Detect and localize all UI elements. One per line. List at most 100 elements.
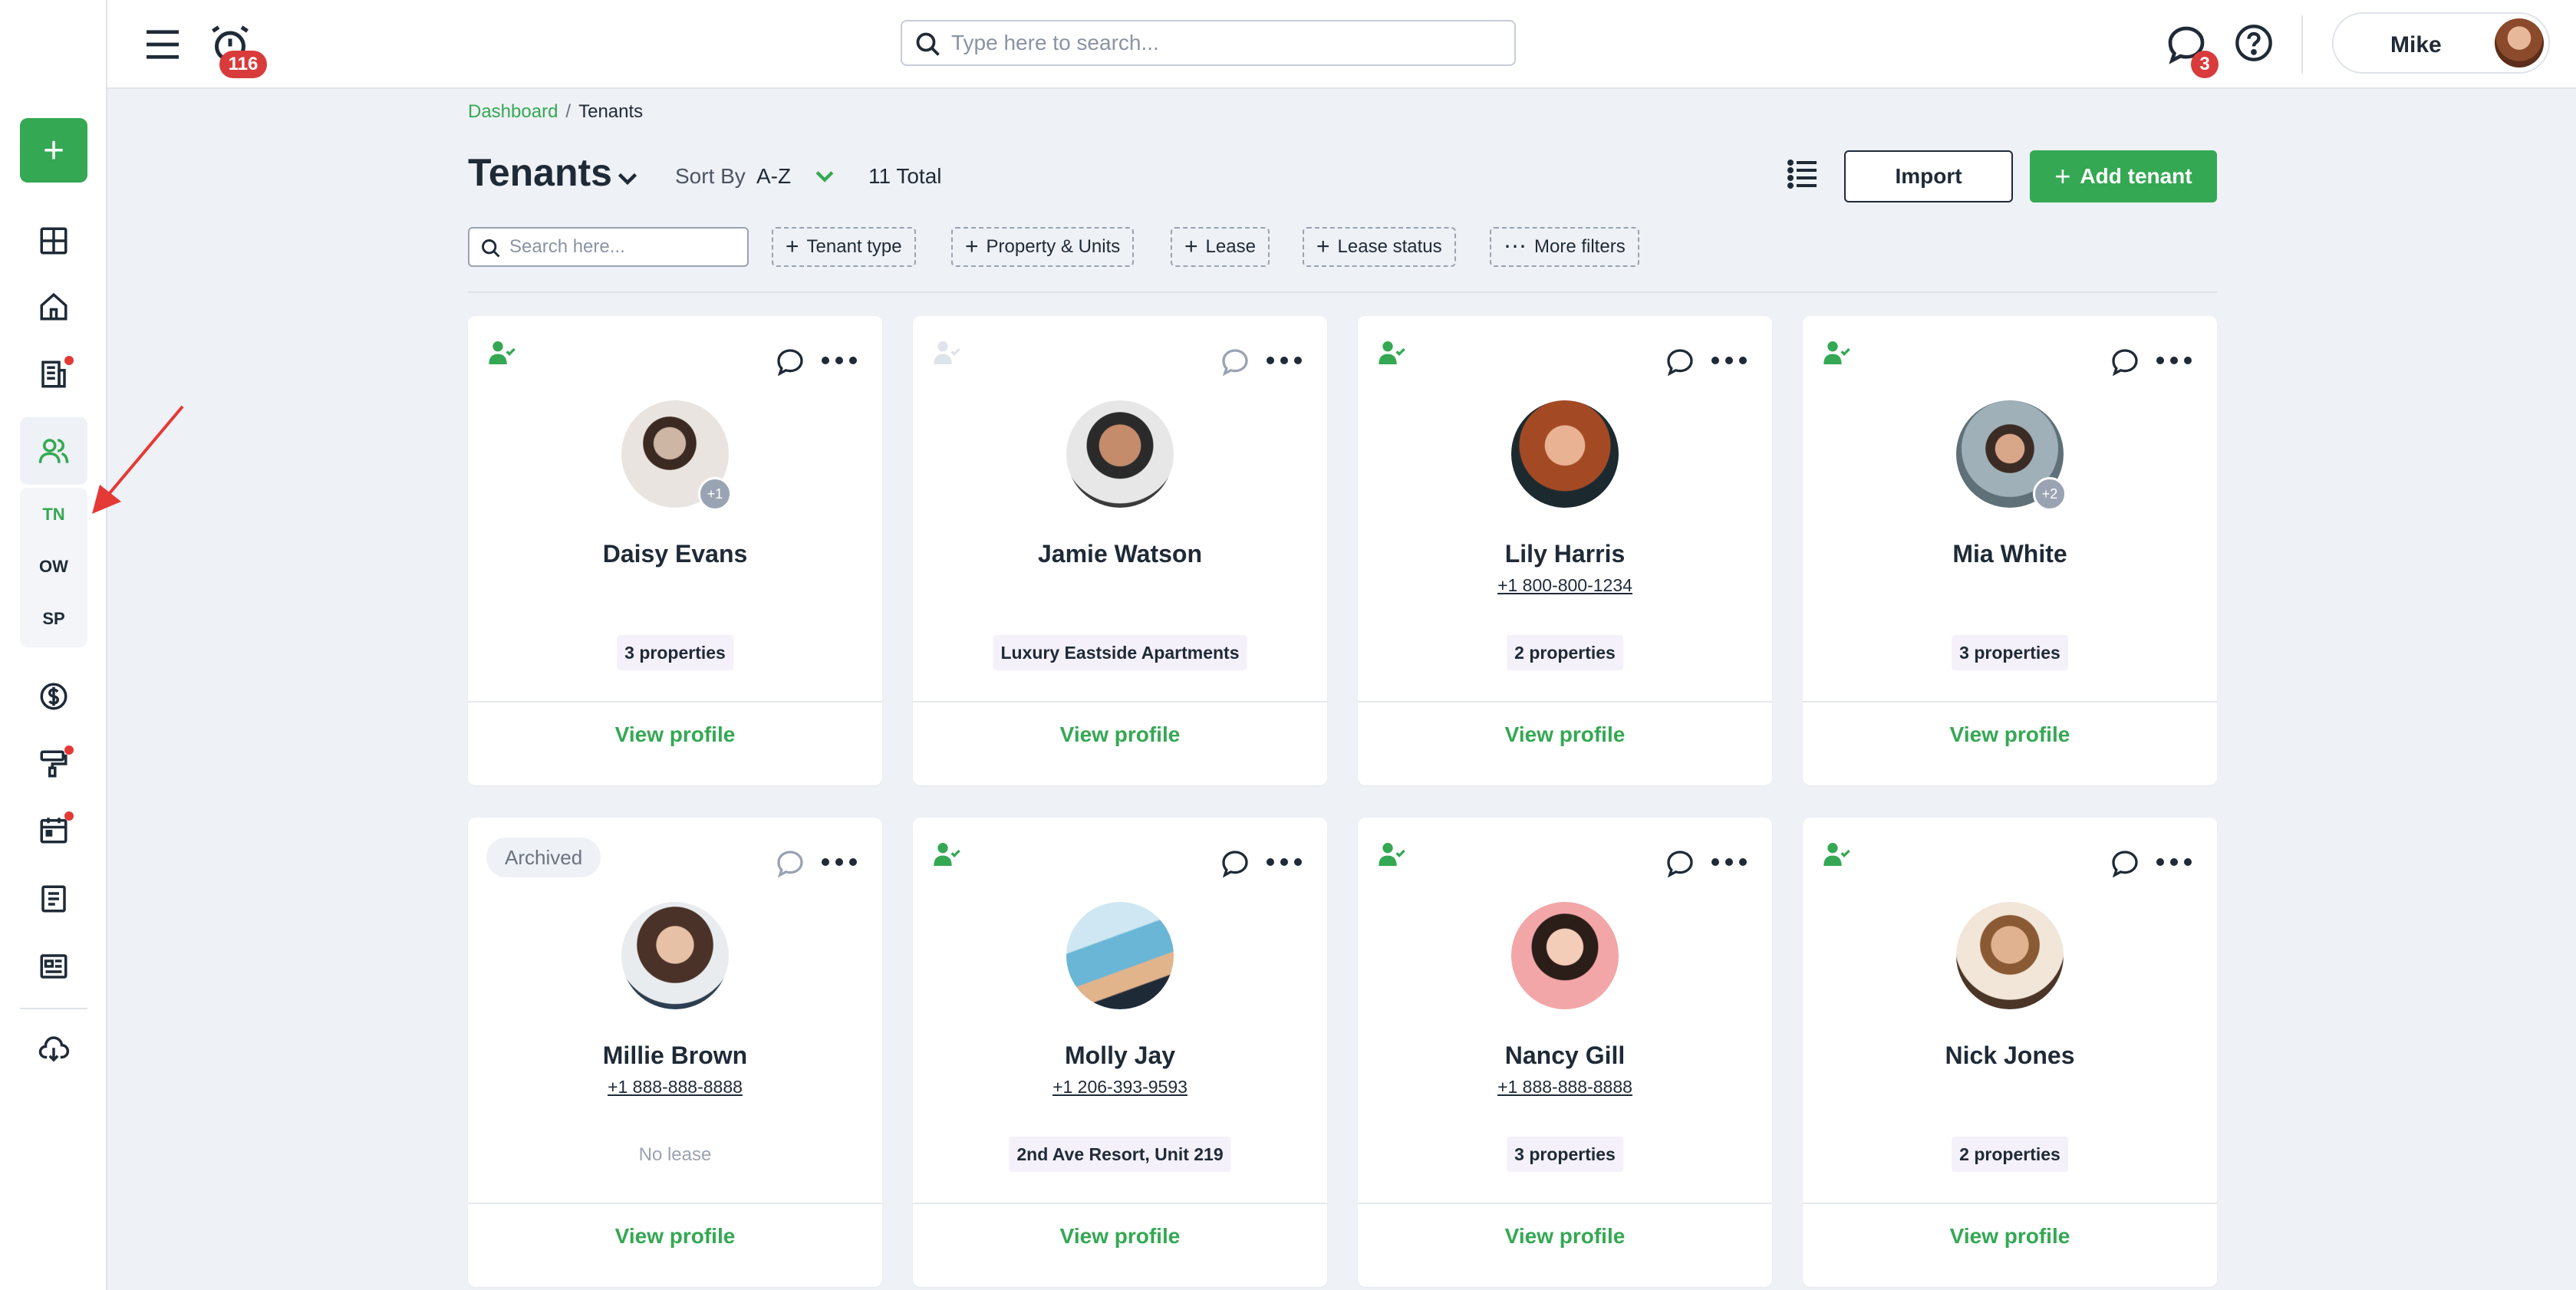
avatar <box>621 902 729 1009</box>
chat-icon[interactable] <box>2110 347 2140 377</box>
list-view-icon[interactable] <box>1784 155 1821 192</box>
cloud-download-icon[interactable] <box>31 1026 77 1072</box>
view-profile-link[interactable]: View profile <box>1358 722 1772 747</box>
more-options-icon[interactable] <box>1709 851 1749 873</box>
help-icon[interactable] <box>2234 23 2274 63</box>
search-placeholder: Search here... <box>509 236 625 257</box>
tenant-person-icon <box>489 341 516 364</box>
view-profile-link[interactable]: View profile <box>913 722 1327 747</box>
chat-icon[interactable] <box>775 848 805 879</box>
chat-icon[interactable] <box>1220 347 1250 377</box>
view-profile-link[interactable]: View profile <box>1358 1224 1772 1249</box>
filter-label: Lease <box>1205 236 1256 257</box>
chat-icon[interactable] <box>1665 848 1695 879</box>
tenant-person-icon <box>1823 341 1850 364</box>
search-icon <box>916 32 940 56</box>
page-title[interactable]: Tenants <box>468 150 612 195</box>
quick-add-button[interactable]: + <box>20 118 87 183</box>
filter-label: Lease status <box>1337 236 1442 257</box>
filter-property-units[interactable]: + Property & Units <box>951 227 1135 267</box>
tenant-name[interactable]: Mia White <box>1803 540 2217 568</box>
paint-roller-icon[interactable] <box>31 741 77 787</box>
card-divider <box>913 701 1327 703</box>
tenant-name[interactable]: Millie Brown <box>468 1042 882 1070</box>
more-options-icon[interactable] <box>1709 350 1749 371</box>
avatar <box>1956 902 2064 1009</box>
header-divider <box>468 291 2217 293</box>
tenant-search-input[interactable]: Search here... <box>468 227 749 267</box>
tenant-card: Nick Jones 2 properties View profile <box>1803 818 2217 1287</box>
more-options-icon[interactable] <box>1264 350 1304 371</box>
sidebar: + TN OW SP <box>0 0 107 1290</box>
breadcrumb-dashboard-link[interactable]: Dashboard <box>468 101 558 122</box>
tenant-phone-link[interactable]: +1 888-888-8888 <box>468 1077 882 1097</box>
dollar-icon[interactable] <box>31 673 77 719</box>
user-menu[interactable]: Mike <box>2332 12 2550 74</box>
tenant-card: Jamie Watson Luxury Eastside Apartments … <box>913 316 1327 785</box>
building-icon[interactable] <box>31 351 77 397</box>
chat-icon[interactable] <box>2110 848 2140 879</box>
hamburger-menu-icon[interactable] <box>141 23 184 66</box>
tenant-phone-link[interactable]: +1 800-800-1234 <box>1358 575 1772 596</box>
tenant-name[interactable]: Daisy Evans <box>468 540 882 568</box>
more-options-icon[interactable] <box>1264 851 1304 873</box>
sort-chevron-down-icon[interactable] <box>812 163 838 189</box>
plus-icon: + <box>1184 234 1198 259</box>
chevron-down-icon[interactable] <box>614 164 641 192</box>
add-tenant-button[interactable]: + Add tenant <box>2030 150 2217 202</box>
filter-tenant-type[interactable]: + Tenant type <box>772 227 916 267</box>
tenant-name[interactable]: Nancy Gill <box>1358 1042 1772 1070</box>
filter-more[interactable]: ⋯ More filters <box>1490 227 1639 267</box>
tenant-card: Molly Jay +1 206-393-9593 2nd Ave Resort… <box>913 818 1327 1287</box>
filter-lease-status[interactable]: + Lease status <box>1303 227 1456 267</box>
card-divider <box>1803 701 2217 703</box>
sidebar-item-service-pros[interactable]: SP <box>20 609 87 629</box>
view-profile-link[interactable]: View profile <box>468 1224 882 1249</box>
document-icon[interactable] <box>31 876 77 922</box>
tenant-person-icon <box>934 341 960 364</box>
filter-label: Property & Units <box>986 236 1121 257</box>
chat-icon[interactable] <box>1665 347 1695 377</box>
view-profile-link[interactable]: View profile <box>913 1224 1327 1249</box>
dashboard-icon[interactable] <box>31 218 77 264</box>
people-icon[interactable] <box>31 428 77 474</box>
home-icon[interactable] <box>31 284 77 330</box>
global-search-input[interactable]: Type here to search... <box>901 20 1516 66</box>
more-options-icon[interactable] <box>2154 851 2194 873</box>
sidebar-item-tenants[interactable]: TN <box>20 505 87 525</box>
search-icon <box>482 239 500 258</box>
more-options-icon[interactable] <box>819 851 859 873</box>
topbar-separator <box>2301 15 2303 74</box>
tenant-card: Nancy Gill +1 888-888-8888 3 properties … <box>1358 818 1772 1287</box>
import-button[interactable]: Import <box>1844 150 2013 202</box>
tenant-name[interactable]: Jamie Watson <box>913 540 1327 568</box>
tenant-phone-link[interactable]: +1 888-888-8888 <box>1358 1077 1772 1097</box>
calendar-icon[interactable] <box>31 807 77 853</box>
view-profile-link[interactable]: View profile <box>468 722 882 747</box>
breadcrumb: Dashboard / Tenants <box>468 101 643 123</box>
notification-dot <box>64 811 74 821</box>
more-options-icon[interactable] <box>2154 350 2194 371</box>
view-profile-link[interactable]: View profile <box>1803 722 2217 747</box>
tenant-name[interactable]: Nick Jones <box>1803 1042 2217 1070</box>
tenant-person-icon <box>1379 341 1405 364</box>
sidebar-item-owners[interactable]: OW <box>20 557 87 577</box>
more-options-icon[interactable] <box>819 350 859 371</box>
tenant-tag: 3 properties <box>617 635 733 670</box>
plus-icon: + <box>1316 234 1330 259</box>
chat-icon[interactable] <box>775 347 805 377</box>
tenant-name[interactable]: Molly Jay <box>913 1042 1327 1070</box>
avatar-count-badge: +1 <box>698 477 732 511</box>
view-profile-link[interactable]: View profile <box>1803 1224 2217 1249</box>
chat-icon[interactable] <box>1220 848 1250 879</box>
total-count: 11 Total <box>868 164 942 188</box>
plus-icon: + <box>2054 160 2071 192</box>
card-divider <box>468 1203 882 1204</box>
tenant-phone-link[interactable]: +1 206-393-9593 <box>913 1077 1327 1097</box>
tenant-name[interactable]: Lily Harris <box>1358 540 1772 568</box>
sort-select[interactable]: A-Z <box>756 164 791 189</box>
report-icon[interactable] <box>31 943 77 989</box>
more-dots-icon: ⋯ <box>1504 234 1527 259</box>
tenant-tag: 3 properties <box>1952 635 2068 670</box>
filter-lease[interactable]: + Lease <box>1171 227 1270 267</box>
